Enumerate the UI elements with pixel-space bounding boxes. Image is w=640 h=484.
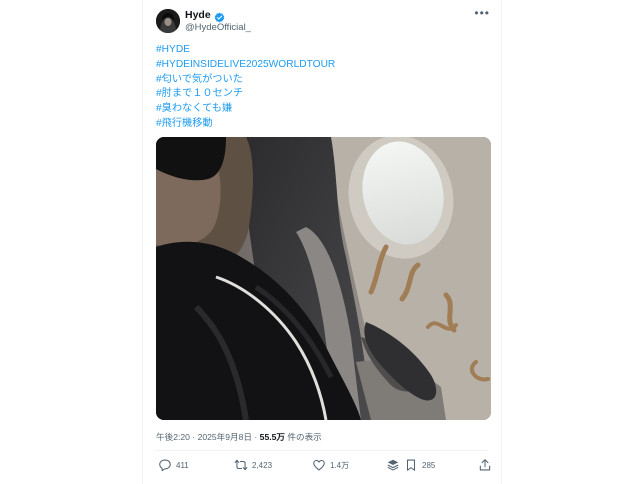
view-count: 55.5万	[259, 432, 285, 442]
hashtag-link[interactable]: #臭わなくても嫌	[156, 102, 335, 117]
bookmark-count: 285	[422, 460, 436, 470]
share-button[interactable]	[478, 458, 492, 472]
airplane-selfie-image	[156, 137, 491, 420]
like-button[interactable]: 1.4万	[312, 458, 349, 472]
avatar[interactable]	[156, 9, 180, 33]
tweet-time[interactable]: 午後2:20	[156, 432, 190, 442]
tweet-text: #HYDE #HYDEINSIDELIVE2025WORLDTOUR #匂いで気…	[156, 43, 335, 132]
verified-badge-icon	[214, 10, 225, 22]
hashtag-link[interactable]: #肘まで１０センチ	[156, 87, 335, 102]
tweet-card: Hyde @HydeOfficial_ ••• #HYDE #HYDEINSID…	[142, 0, 502, 484]
reply-count: 411	[176, 460, 189, 470]
views-stack-button[interactable]	[386, 458, 400, 472]
bookmark-button[interactable]: 285	[404, 458, 435, 472]
retweet-button[interactable]: 2,423	[234, 458, 272, 472]
meta-separator: ·	[189, 432, 198, 442]
tweet-photo[interactable]	[156, 137, 491, 420]
hashtag-link[interactable]: #飛行機移動	[156, 117, 335, 132]
bookmark-icon	[406, 459, 416, 471]
action-bar: 411 2,423 1.4万 285	[156, 458, 491, 476]
reply-button[interactable]: 411	[158, 458, 189, 472]
author-name-row: Hyde	[185, 9, 225, 22]
share-icon	[479, 459, 491, 471]
more-options-icon[interactable]: •••	[474, 6, 490, 20]
stack-icon	[387, 459, 399, 471]
retweet-count: 2,423	[252, 460, 273, 470]
divider	[156, 450, 488, 451]
retweet-icon	[234, 459, 248, 471]
reply-icon	[159, 459, 171, 472]
like-count: 1.4万	[330, 460, 350, 470]
heart-icon	[313, 459, 325, 471]
hashtag-link[interactable]: #HYDE	[156, 43, 335, 58]
view-count-suffix: 件の表示	[285, 432, 322, 442]
hashtag-link[interactable]: #匂いで気がついた	[156, 73, 335, 88]
author-name[interactable]: Hyde	[185, 9, 211, 21]
meta-separator: ·	[252, 432, 260, 442]
tweet-date[interactable]: 2025年9月8日	[198, 432, 252, 442]
author-handle[interactable]: @HydeOfficial_	[185, 22, 251, 33]
hashtag-link[interactable]: #HYDEINSIDELIVE2025WORLDTOUR	[156, 58, 335, 73]
tweet-meta: 午後2:20 · 2025年9月8日 · 55.5万 件の表示	[156, 431, 322, 443]
